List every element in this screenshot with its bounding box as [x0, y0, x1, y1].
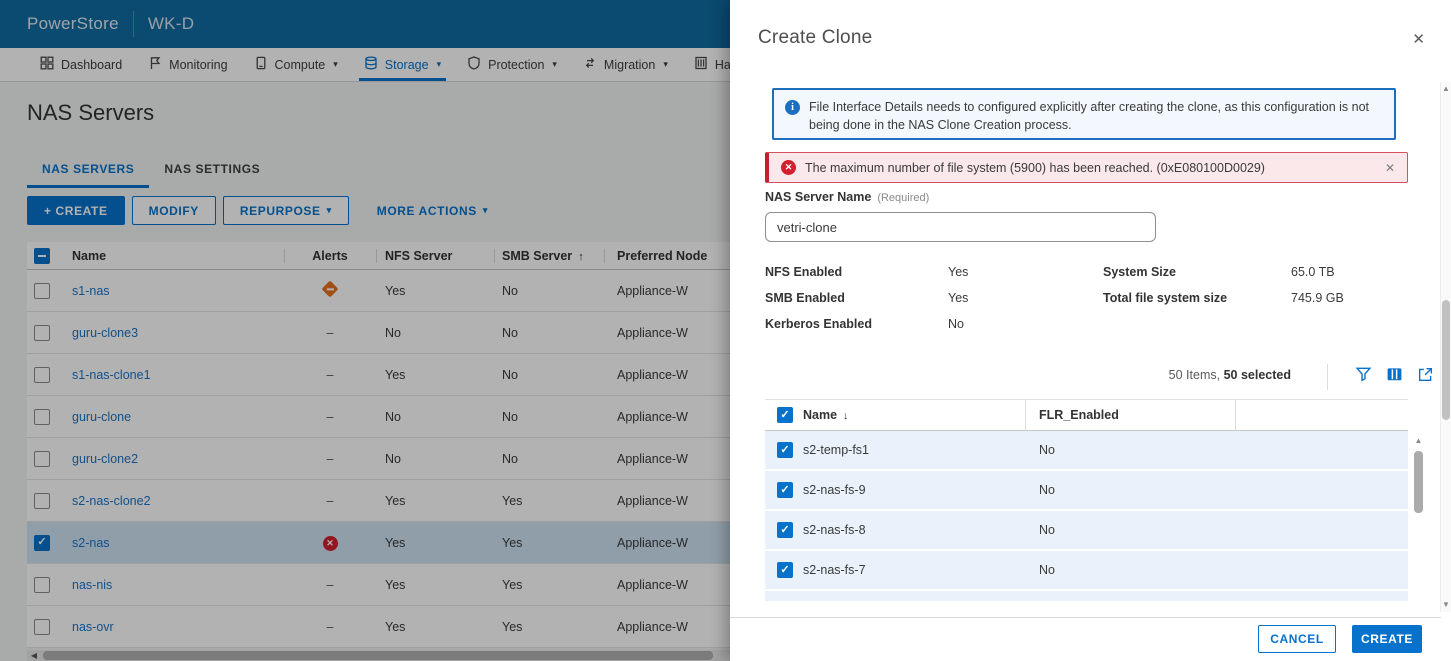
- scroll-down-icon[interactable]: ▼: [1441, 598, 1451, 612]
- scroll-up-icon[interactable]: ▲: [1441, 82, 1451, 96]
- fs-row-checkbox[interactable]: [777, 562, 793, 578]
- fs-table-scrollbar[interactable]: ▲: [1412, 435, 1425, 607]
- filter-icon[interactable]: [1355, 366, 1372, 383]
- toolbar-divider: [1327, 364, 1328, 390]
- error-alert-text: The maximum number of file system (5900)…: [805, 160, 1265, 175]
- detail-smb-enabled: SMB Enabled Yes: [765, 291, 969, 305]
- cancel-button[interactable]: CANCEL: [1258, 625, 1336, 653]
- export-icon[interactable]: [1417, 366, 1434, 383]
- required-hint: (Required): [877, 192, 930, 204]
- detail-nfs-enabled: NFS Enabled Yes: [765, 265, 969, 279]
- fs-table-row-partial: [765, 591, 1408, 601]
- selection-toolbar: 50 Items, 50 selected: [765, 364, 1451, 390]
- sort-descending-icon: ↓: [843, 410, 849, 422]
- detail-total-fs-size: Total file system size 745.9 GB: [1103, 291, 1344, 305]
- fs-column-empty: [1235, 400, 1408, 430]
- nas-server-name-label: NAS Server Name (Required): [765, 190, 930, 204]
- fs-table-row[interactable]: s2-nas-fs-9 No: [765, 471, 1408, 511]
- fs-select-all-checkbox[interactable]: [777, 407, 793, 423]
- drawer-title: Create Clone: [758, 27, 873, 48]
- scroll-up-icon[interactable]: ▲: [1412, 435, 1425, 447]
- info-alert-text: File Interface Details needs to configur…: [809, 100, 1370, 132]
- close-icon[interactable]: ✕: [1412, 30, 1425, 48]
- create-clone-button[interactable]: CREATE: [1352, 625, 1422, 653]
- fs-row-checkbox[interactable]: [777, 522, 793, 538]
- fs-row-checkbox[interactable]: [777, 442, 793, 458]
- fs-table-header: Name↓ FLR_Enabled: [765, 399, 1408, 431]
- fs-table-row[interactable]: s2-nas-fs-8 No: [765, 511, 1408, 551]
- scrollbar-thumb[interactable]: [1414, 451, 1423, 513]
- fs-column-header-name[interactable]: Name ↓: [803, 408, 1025, 422]
- fs-column-header-flr[interactable]: FLR_Enabled: [1025, 400, 1235, 430]
- error-circle-icon: ✕: [781, 160, 796, 175]
- fs-table-row[interactable]: s2-nas-fs-7 No: [765, 551, 1408, 591]
- scrollbar-thumb[interactable]: [1442, 300, 1450, 420]
- create-clone-drawer: Create Clone ✕ i File Interface Details …: [730, 0, 1451, 661]
- fs-row-checkbox[interactable]: [777, 482, 793, 498]
- nas-server-name-input[interactable]: [765, 212, 1156, 242]
- info-icon: i: [785, 100, 800, 115]
- selection-summary: 50 Items, 50 selected: [1168, 368, 1291, 382]
- fs-table-row[interactable]: s2-temp-fs1 No: [765, 431, 1408, 471]
- file-systems-table: Name↓ FLR_Enabled s2-temp-fs1 No s2-nas-…: [765, 399, 1423, 601]
- detail-system-size: System Size 65.0 TB: [1103, 265, 1335, 279]
- drawer-footer: CANCEL CREATE: [730, 617, 1441, 661]
- info-alert: i File Interface Details needs to config…: [772, 88, 1396, 140]
- screen: PowerStore WK-D Dashboard Monitoring Com…: [0, 0, 1451, 661]
- drawer-scrollbar[interactable]: ▲ ▼: [1440, 82, 1451, 612]
- error-alert: ✕ The maximum number of file system (590…: [765, 152, 1408, 183]
- detail-kerberos-enabled: Kerberos Enabled No: [765, 317, 964, 331]
- columns-icon[interactable]: [1386, 366, 1403, 383]
- error-close-icon[interactable]: ✕: [1385, 161, 1395, 175]
